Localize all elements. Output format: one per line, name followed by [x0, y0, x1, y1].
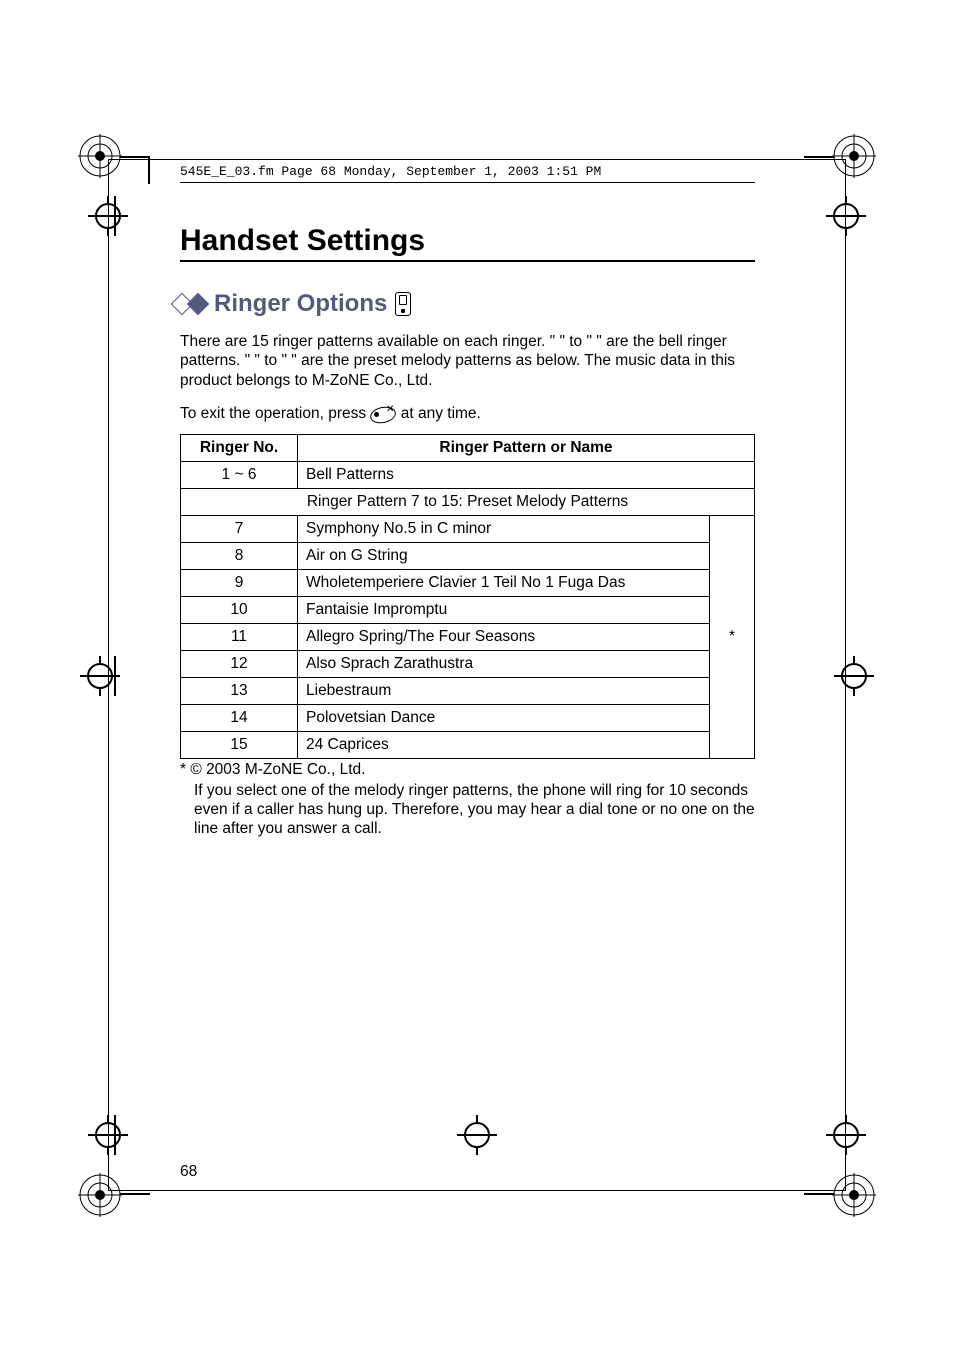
cell-name: 24 Caprices	[298, 731, 710, 758]
table-row: 13 Liebestraum	[181, 677, 755, 704]
cell-span-head: Ringer Pattern 7 to 15: Preset Melody Pa…	[181, 488, 755, 515]
intro-paragraph-1: There are 15 ringer patterns available o…	[180, 332, 755, 390]
cell-no: 15	[181, 731, 298, 758]
cell-no: 11	[181, 623, 298, 650]
cell-no: 13	[181, 677, 298, 704]
table-row: 9 Wholetemperiere Clavier 1 Teil No 1 Fu…	[181, 569, 755, 596]
regline-icon	[120, 156, 150, 158]
table-row: 1 ~ 6 Bell Patterns	[181, 461, 755, 488]
table-row: 10 Fantaisie Impromptu	[181, 596, 755, 623]
cell-name: Polovetsian Dance	[298, 704, 710, 731]
diamond-bullet-icon	[180, 296, 206, 312]
intro-paragraph-2: To exit the operation, press ✕ at any ti…	[180, 404, 755, 423]
cell-no: 12	[181, 650, 298, 677]
footnote-line-1: * © 2003 M-ZoNE Co., Ltd.	[180, 761, 365, 778]
table-header-row: Ringer No. Ringer Pattern or Name	[181, 434, 755, 461]
col-head-name: Ringer Pattern or Name	[298, 434, 755, 461]
cell-no: 10	[181, 596, 298, 623]
cell-no: 14	[181, 704, 298, 731]
cell-no: 8	[181, 542, 298, 569]
ringer-table: Ringer No. Ringer Pattern or Name 1 ~ 6 …	[180, 434, 755, 759]
subsection-row: Ringer Options	[180, 290, 755, 318]
intro-p2-text-b: at any time.	[401, 405, 481, 422]
cell-name: Fantaisie Impromptu	[298, 596, 710, 623]
header-rule	[180, 182, 755, 183]
table-row: 11 Allegro Spring/The Four Seasons	[181, 623, 755, 650]
file-header-line: 545E_E_03.fm Page 68 Monday, September 1…	[180, 164, 601, 179]
cell-name: Wholetemperiere Clavier 1 Teil No 1 Fuga…	[298, 569, 710, 596]
footnote: * © 2003 M-ZoNE Co., Ltd. If you select …	[180, 761, 755, 839]
cell-name: Allegro Spring/The Four Seasons	[298, 623, 710, 650]
cell-name: Liebestraum	[298, 677, 710, 704]
cell-name: Bell Patterns	[298, 461, 755, 488]
regline-icon	[804, 156, 834, 158]
col-head-no: Ringer No.	[181, 434, 298, 461]
regline-icon	[804, 1193, 834, 1195]
page-number: 68	[180, 1163, 197, 1181]
subsection-title: Ringer Options	[214, 290, 387, 318]
handset-icon	[395, 292, 411, 316]
table-row: 12 Also Sprach Zarathustra	[181, 650, 755, 677]
page-content: Handset Settings Ringer Options There ar…	[180, 224, 755, 839]
cell-name: Air on G String	[298, 542, 710, 569]
table-row: Ringer Pattern 7 to 15: Preset Melody Pa…	[181, 488, 755, 515]
footnote-line-2: If you select one of the melody ringer p…	[194, 781, 755, 839]
regline-icon	[120, 1193, 150, 1195]
cell-no: 1 ~ 6	[181, 461, 298, 488]
intro-p2-text-a: To exit the operation, press	[180, 405, 370, 422]
cell-no: 9	[181, 569, 298, 596]
table-row: 7 Symphony No.5 in C minor *	[181, 515, 755, 542]
cell-no: 7	[181, 515, 298, 542]
table-row: 14 Polovetsian Dance	[181, 704, 755, 731]
table-row: 15 24 Caprices	[181, 731, 755, 758]
section-title: Handset Settings	[180, 224, 755, 262]
cell-name: Also Sprach Zarathustra	[298, 650, 710, 677]
table-row: 8 Air on G String	[181, 542, 755, 569]
cell-name: Symphony No.5 in C minor	[298, 515, 710, 542]
cell-star: *	[710, 515, 755, 758]
off-button-icon: ✕	[370, 405, 396, 423]
